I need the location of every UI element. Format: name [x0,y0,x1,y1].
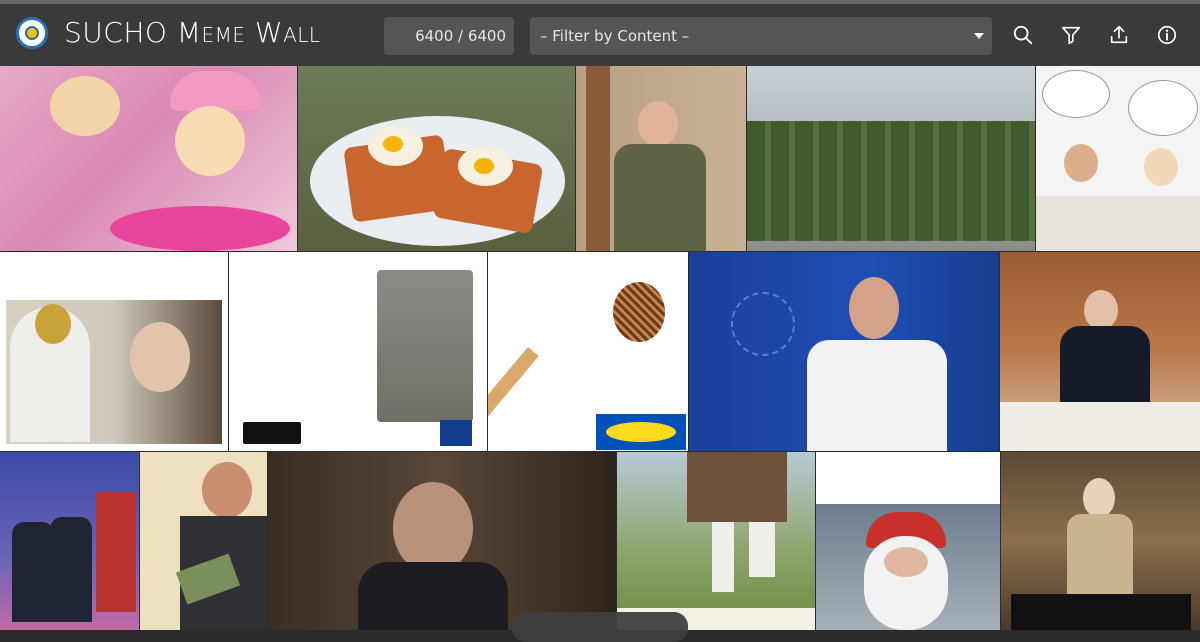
sucho-logo[interactable] [16,17,48,49]
filter-select-label: – Filter by Content – [540,27,690,45]
meme-tile[interactable] [689,252,999,451]
meme-tile[interactable] [268,452,616,630]
meme-tile[interactable] [747,66,1035,251]
scroll-indicator[interactable] [512,612,688,642]
page-title: SUCHO Meme Wall [64,16,321,49]
filter-icon[interactable] [1060,24,1082,46]
upload-icon[interactable] [1108,24,1130,46]
meme-tile[interactable] [229,252,487,451]
meme-tile[interactable] [576,66,746,251]
content-filter-select[interactable]: – Filter by Content – [530,17,992,55]
meme-tile[interactable] [488,252,688,451]
meme-tile[interactable] [0,66,297,251]
meme-tile[interactable] [617,452,815,630]
meme-tile[interactable] [1036,66,1200,251]
top-bar: SUCHO Meme Wall 6400 / 6400 – Filter by … [0,0,1200,66]
chevron-down-icon [974,33,984,39]
title-smallcaps: Meme Wall [176,16,321,49]
title-prefix: SUCHO [64,16,177,49]
info-icon[interactable] [1156,24,1178,46]
meme-counter: 6400 / 6400 [384,17,514,55]
search-icon[interactable] [1012,24,1034,46]
meme-tile[interactable] [0,452,139,630]
meme-tile[interactable] [816,452,1000,630]
meme-grid [0,66,1200,630]
meme-tile[interactable] [1001,452,1200,630]
meme-tile[interactable] [0,252,228,451]
meme-tile[interactable] [140,452,267,630]
meme-tile[interactable] [298,66,575,251]
meme-tile[interactable] [1000,252,1200,451]
